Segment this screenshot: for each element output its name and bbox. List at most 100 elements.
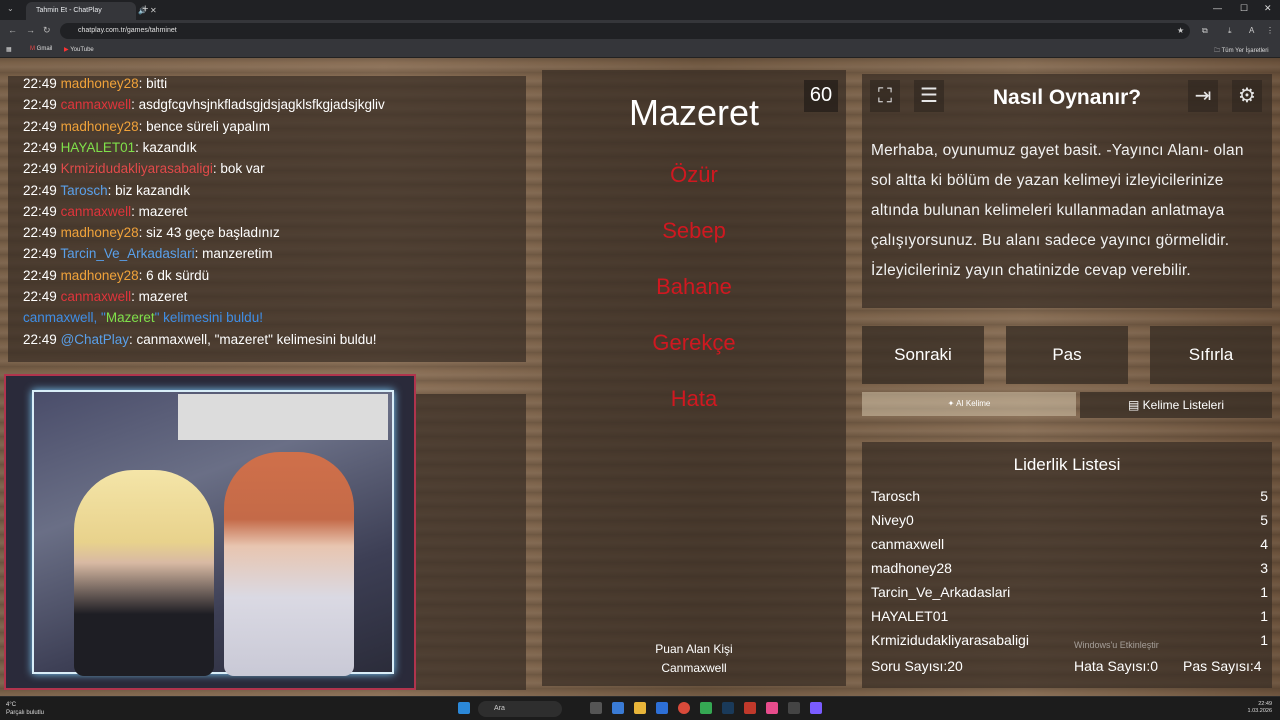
chat-username[interactable]: Tarosch <box>60 183 107 198</box>
chat-time: 22:49 <box>23 331 57 347</box>
chat-username[interactable]: HAYALET01 <box>61 140 136 155</box>
reset-button[interactable]: Sıfırla <box>1150 326 1272 384</box>
webcam-overlay <box>4 374 416 690</box>
player-name: Nivey0 <box>871 512 914 528</box>
chat-time: 22:49 <box>23 267 57 283</box>
chat-username[interactable]: @ChatPlay <box>61 332 129 347</box>
chat-username[interactable]: madhoney28 <box>61 225 139 240</box>
chat-username[interactable]: Krmizidudakliyarasabaligi <box>61 161 213 176</box>
player-score: 1 <box>1260 608 1268 624</box>
address-bar-row: ← → ↻ chatplay.com.tr/games/tahminet ★ ⧉… <box>0 20 1280 42</box>
bookmark-gmail[interactable]: M Gmail <box>30 46 52 52</box>
how-to-play-panel: ⛶ ☰ Nasıl Oynanır? ⇥ ⚙ Merhaba, oyunumuz… <box>862 74 1272 308</box>
chat-username[interactable]: Tarcin_Ve_Arkadaslari <box>60 246 194 261</box>
forward-icon[interactable]: → <box>26 25 35 35</box>
game-page: 22:49 madhoney28: bitti 22:49 canmaxwell:… <box>0 58 1280 696</box>
clock-date: 1.03.2026 <box>1247 708 1272 714</box>
player-name: Tarcin_Ve_Arkadaslari <box>871 584 1011 600</box>
taskbar-clock[interactable]: 22:49 1.03.2026 <box>1240 701 1272 715</box>
weather-widget[interactable]: 4°C Parçalı bulutlu <box>6 701 44 717</box>
taskbar-search[interactable]: Ara <box>478 701 562 717</box>
chat-message: 22:49 madhoney28: bence süreli yapalım <box>23 119 270 134</box>
chat-time: 22:49 <box>23 289 57 304</box>
url-input[interactable]: chatplay.com.tr/games/tahminet <box>60 23 1190 39</box>
ai-icon: ✦ <box>947 399 955 408</box>
settings-gear-icon[interactable]: ⚙ <box>1232 80 1262 112</box>
maximize-icon[interactable]: ☐ <box>1240 3 1248 14</box>
bookmark-youtube[interactable]: ▶ YouTube <box>64 46 94 53</box>
chat-text: : canmaxwell, "mazeret" kelimesini buldu… <box>129 331 377 347</box>
bookmark-gmail-label: Gmail <box>36 46 53 52</box>
found-word: Mazeret <box>105 310 155 326</box>
streamer-1 <box>74 470 214 676</box>
ai-word-label: AI Kelime <box>956 399 991 408</box>
apps-icon[interactable]: ▦ <box>6 46 12 53</box>
chat-username[interactable]: canmaxwell <box>61 204 132 219</box>
leaderboard-row: Krmizidudakliyarasabaligi 1 <box>871 632 1268 654</box>
close-tab-icon[interactable]: ✕ <box>150 6 157 15</box>
edge-icon[interactable] <box>612 702 624 714</box>
leaderboard-row: Nivey0 5 <box>871 512 1268 534</box>
back-icon[interactable]: ← <box>8 25 17 35</box>
clock-time: 22:49 <box>1258 701 1272 707</box>
list-icon: ▤ <box>1127 398 1140 412</box>
chat-time: 22:49 <box>23 203 57 219</box>
chat-text: 6 dk sürdü <box>146 267 210 283</box>
app-icon[interactable] <box>766 702 778 714</box>
chat-message: 22:49 madhoney28: siz 43 geçe başladınız <box>23 225 280 240</box>
chat-time: 22:49 <box>23 225 57 241</box>
menu-icon[interactable]: ⋮ <box>1266 26 1274 35</box>
file-explorer-icon[interactable] <box>634 702 646 714</box>
chat-text: manzeretim <box>202 246 273 262</box>
taboo-word: Sebep <box>662 218 726 243</box>
taboo-word: Bahane <box>656 274 732 299</box>
chat-username[interactable]: madhoney28 <box>61 268 139 283</box>
next-button[interactable]: Sonraki <box>862 326 984 384</box>
browser-tab[interactable]: Tahmin Et - ChatPlay 🔊 ✕ <box>26 2 157 20</box>
download-icon[interactable]: ⤓ <box>1228 26 1232 36</box>
chat-message: 22:49 @ChatPlay: canmaxwell, "mazeret" k… <box>23 332 376 347</box>
ai-word-button[interactable]: ✦ AI Kelime <box>862 392 1076 416</box>
chat-text: biz kazandık <box>115 182 191 198</box>
start-icon[interactable] <box>458 702 470 714</box>
player-score: 5 <box>1260 488 1268 504</box>
chat-separator: : <box>138 76 147 91</box>
player-name: madhoney28 <box>871 560 952 576</box>
chat-username[interactable]: canmaxwell <box>61 97 132 112</box>
tab-search-icon[interactable]: ⌄ <box>7 4 14 13</box>
app-icon[interactable] <box>744 702 756 714</box>
new-tab-button[interactable]: + <box>142 3 148 15</box>
chat-message: 22:49 madhoney28: 6 dk sürdü <box>23 268 209 283</box>
windows-taskbar: 4°C Parçalı bulutlu Ara 22:49 1.03.2026 <box>0 696 1280 720</box>
exit-icon[interactable]: ⇥ <box>1188 80 1218 112</box>
chat-text: siz 43 geçe başladınız <box>146 225 280 241</box>
chat-panel: 22:49 madhoney28: bitti 22:49 canmaxwell:… <box>8 76 526 362</box>
system-text: canmaxwell, " <box>23 310 106 326</box>
chat-username[interactable]: canmaxwell <box>61 289 132 304</box>
close-window-icon[interactable]: ✕ <box>1264 3 1272 14</box>
app-icon[interactable] <box>788 702 800 714</box>
profile-icon[interactable]: A <box>1249 26 1254 35</box>
leaderboard-row: canmaxwell 4 <box>871 536 1268 558</box>
steam-icon[interactable] <box>722 702 734 714</box>
store-icon[interactable] <box>656 702 668 714</box>
word-lists-button[interactable]: ▤ Kelime Listeleri <box>1080 392 1272 418</box>
chat-username[interactable]: madhoney28 <box>61 76 139 91</box>
minimize-icon[interactable]: — <box>1213 3 1222 13</box>
pass-button[interactable]: Pas <box>1006 326 1128 384</box>
chat-separator: : <box>138 267 147 283</box>
chrome-icon[interactable] <box>678 702 690 714</box>
chat-text: bitti <box>146 76 168 91</box>
reload-icon[interactable]: ↻ <box>43 25 51 36</box>
all-bookmarks[interactable]: 🗀 Tüm Yer İşaretleri <box>1214 46 1269 56</box>
app-icon[interactable] <box>700 702 712 714</box>
task-view-icon[interactable] <box>590 702 602 714</box>
wall-poster <box>178 394 388 440</box>
extensions-icon[interactable]: ⧉ <box>1202 26 1208 36</box>
bookmark-star-icon[interactable]: ★ <box>1177 26 1184 35</box>
player-name: Krmizidudakliyarasabaligi <box>871 632 1029 648</box>
chat-message: 22:49 Krmizidudakliyarasabaligi: bok var <box>23 161 265 176</box>
app-icon[interactable] <box>810 702 822 714</box>
chat-message: 22:49 canmaxwell: asdgfcgvhsjnkfladsgjds… <box>23 97 385 112</box>
chat-username[interactable]: madhoney28 <box>61 119 139 134</box>
